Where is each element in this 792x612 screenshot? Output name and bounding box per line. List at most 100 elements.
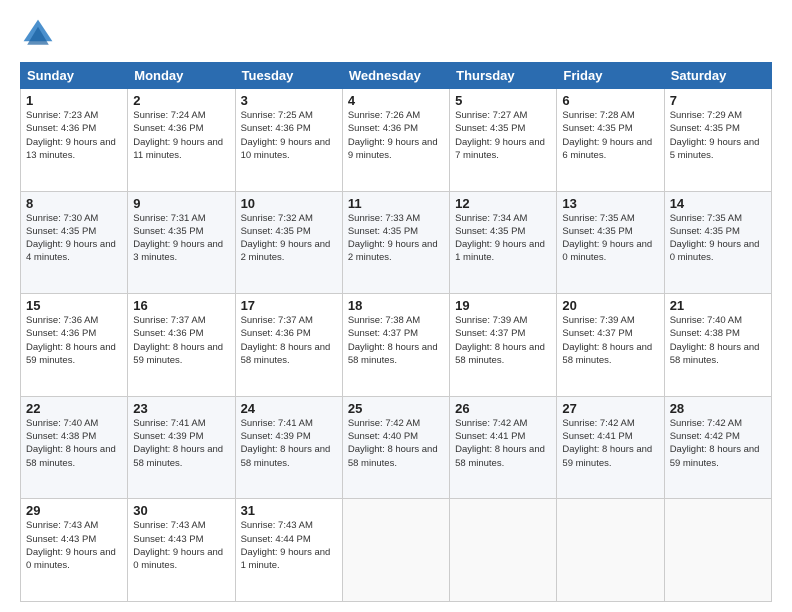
day-number: 1 xyxy=(26,93,122,108)
calendar-cell: 31 Sunrise: 7:43 AM Sunset: 4:44 PM Dayl… xyxy=(235,499,342,602)
day-info: Sunrise: 7:27 AM Sunset: 4:35 PM Dayligh… xyxy=(455,109,551,162)
calendar-cell: 30 Sunrise: 7:43 AM Sunset: 4:43 PM Dayl… xyxy=(128,499,235,602)
day-number: 17 xyxy=(241,298,337,313)
day-number: 16 xyxy=(133,298,229,313)
day-info: Sunrise: 7:28 AM Sunset: 4:35 PM Dayligh… xyxy=(562,109,658,162)
calendar-header-monday: Monday xyxy=(128,63,235,89)
day-number: 2 xyxy=(133,93,229,108)
day-number: 23 xyxy=(133,401,229,416)
header xyxy=(20,16,772,52)
day-info: Sunrise: 7:33 AM Sunset: 4:35 PM Dayligh… xyxy=(348,212,444,265)
calendar-header-thursday: Thursday xyxy=(450,63,557,89)
day-info: Sunrise: 7:30 AM Sunset: 4:35 PM Dayligh… xyxy=(26,212,122,265)
calendar-week-3: 15 Sunrise: 7:36 AM Sunset: 4:36 PM Dayl… xyxy=(21,294,772,397)
calendar-cell: 23 Sunrise: 7:41 AM Sunset: 4:39 PM Dayl… xyxy=(128,396,235,499)
day-info: Sunrise: 7:24 AM Sunset: 4:36 PM Dayligh… xyxy=(133,109,229,162)
day-info: Sunrise: 7:39 AM Sunset: 4:37 PM Dayligh… xyxy=(455,314,551,367)
day-info: Sunrise: 7:35 AM Sunset: 4:35 PM Dayligh… xyxy=(670,212,766,265)
day-number: 22 xyxy=(26,401,122,416)
day-number: 8 xyxy=(26,196,122,211)
day-number: 21 xyxy=(670,298,766,313)
calendar-cell: 11 Sunrise: 7:33 AM Sunset: 4:35 PM Dayl… xyxy=(342,191,449,294)
day-number: 6 xyxy=(562,93,658,108)
day-info: Sunrise: 7:25 AM Sunset: 4:36 PM Dayligh… xyxy=(241,109,337,162)
logo xyxy=(20,16,62,52)
day-info: Sunrise: 7:32 AM Sunset: 4:35 PM Dayligh… xyxy=(241,212,337,265)
calendar-cell: 15 Sunrise: 7:36 AM Sunset: 4:36 PM Dayl… xyxy=(21,294,128,397)
calendar-cell xyxy=(557,499,664,602)
day-number: 13 xyxy=(562,196,658,211)
calendar-table: SundayMondayTuesdayWednesdayThursdayFrid… xyxy=(20,62,772,602)
page: SundayMondayTuesdayWednesdayThursdayFrid… xyxy=(0,0,792,612)
day-info: Sunrise: 7:43 AM Sunset: 4:44 PM Dayligh… xyxy=(241,519,337,572)
day-info: Sunrise: 7:31 AM Sunset: 4:35 PM Dayligh… xyxy=(133,212,229,265)
calendar-cell: 10 Sunrise: 7:32 AM Sunset: 4:35 PM Dayl… xyxy=(235,191,342,294)
calendar-cell: 17 Sunrise: 7:37 AM Sunset: 4:36 PM Dayl… xyxy=(235,294,342,397)
calendar-week-4: 22 Sunrise: 7:40 AM Sunset: 4:38 PM Dayl… xyxy=(21,396,772,499)
calendar-cell: 5 Sunrise: 7:27 AM Sunset: 4:35 PM Dayli… xyxy=(450,89,557,192)
day-number: 15 xyxy=(26,298,122,313)
day-info: Sunrise: 7:37 AM Sunset: 4:36 PM Dayligh… xyxy=(241,314,337,367)
day-number: 24 xyxy=(241,401,337,416)
calendar-cell: 19 Sunrise: 7:39 AM Sunset: 4:37 PM Dayl… xyxy=(450,294,557,397)
day-info: Sunrise: 7:35 AM Sunset: 4:35 PM Dayligh… xyxy=(562,212,658,265)
calendar-week-5: 29 Sunrise: 7:43 AM Sunset: 4:43 PM Dayl… xyxy=(21,499,772,602)
calendar-cell: 16 Sunrise: 7:37 AM Sunset: 4:36 PM Dayl… xyxy=(128,294,235,397)
day-number: 30 xyxy=(133,503,229,518)
day-number: 26 xyxy=(455,401,551,416)
calendar-week-2: 8 Sunrise: 7:30 AM Sunset: 4:35 PM Dayli… xyxy=(21,191,772,294)
calendar-cell: 12 Sunrise: 7:34 AM Sunset: 4:35 PM Dayl… xyxy=(450,191,557,294)
calendar-cell: 22 Sunrise: 7:40 AM Sunset: 4:38 PM Dayl… xyxy=(21,396,128,499)
day-number: 25 xyxy=(348,401,444,416)
day-info: Sunrise: 7:39 AM Sunset: 4:37 PM Dayligh… xyxy=(562,314,658,367)
calendar-cell: 21 Sunrise: 7:40 AM Sunset: 4:38 PM Dayl… xyxy=(664,294,771,397)
day-number: 19 xyxy=(455,298,551,313)
day-number: 18 xyxy=(348,298,444,313)
day-number: 9 xyxy=(133,196,229,211)
calendar-cell xyxy=(450,499,557,602)
day-info: Sunrise: 7:40 AM Sunset: 4:38 PM Dayligh… xyxy=(670,314,766,367)
calendar-cell: 29 Sunrise: 7:43 AM Sunset: 4:43 PM Dayl… xyxy=(21,499,128,602)
day-info: Sunrise: 7:42 AM Sunset: 4:42 PM Dayligh… xyxy=(670,417,766,470)
day-info: Sunrise: 7:41 AM Sunset: 4:39 PM Dayligh… xyxy=(133,417,229,470)
calendar-cell: 7 Sunrise: 7:29 AM Sunset: 4:35 PM Dayli… xyxy=(664,89,771,192)
calendar-header-row: SundayMondayTuesdayWednesdayThursdayFrid… xyxy=(21,63,772,89)
day-info: Sunrise: 7:38 AM Sunset: 4:37 PM Dayligh… xyxy=(348,314,444,367)
calendar-header-friday: Friday xyxy=(557,63,664,89)
calendar-header-sunday: Sunday xyxy=(21,63,128,89)
day-number: 4 xyxy=(348,93,444,108)
calendar-week-1: 1 Sunrise: 7:23 AM Sunset: 4:36 PM Dayli… xyxy=(21,89,772,192)
calendar-cell: 6 Sunrise: 7:28 AM Sunset: 4:35 PM Dayli… xyxy=(557,89,664,192)
calendar-cell: 2 Sunrise: 7:24 AM Sunset: 4:36 PM Dayli… xyxy=(128,89,235,192)
day-number: 5 xyxy=(455,93,551,108)
calendar-cell: 1 Sunrise: 7:23 AM Sunset: 4:36 PM Dayli… xyxy=(21,89,128,192)
day-info: Sunrise: 7:42 AM Sunset: 4:41 PM Dayligh… xyxy=(455,417,551,470)
day-info: Sunrise: 7:40 AM Sunset: 4:38 PM Dayligh… xyxy=(26,417,122,470)
day-info: Sunrise: 7:34 AM Sunset: 4:35 PM Dayligh… xyxy=(455,212,551,265)
day-number: 12 xyxy=(455,196,551,211)
calendar-cell: 18 Sunrise: 7:38 AM Sunset: 4:37 PM Dayl… xyxy=(342,294,449,397)
day-info: Sunrise: 7:43 AM Sunset: 4:43 PM Dayligh… xyxy=(26,519,122,572)
calendar-cell: 28 Sunrise: 7:42 AM Sunset: 4:42 PM Dayl… xyxy=(664,396,771,499)
day-info: Sunrise: 7:42 AM Sunset: 4:40 PM Dayligh… xyxy=(348,417,444,470)
day-info: Sunrise: 7:29 AM Sunset: 4:35 PM Dayligh… xyxy=(670,109,766,162)
calendar-cell: 8 Sunrise: 7:30 AM Sunset: 4:35 PM Dayli… xyxy=(21,191,128,294)
day-info: Sunrise: 7:43 AM Sunset: 4:43 PM Dayligh… xyxy=(133,519,229,572)
day-number: 31 xyxy=(241,503,337,518)
day-info: Sunrise: 7:41 AM Sunset: 4:39 PM Dayligh… xyxy=(241,417,337,470)
calendar-cell: 25 Sunrise: 7:42 AM Sunset: 4:40 PM Dayl… xyxy=(342,396,449,499)
day-number: 29 xyxy=(26,503,122,518)
logo-icon xyxy=(20,16,56,52)
day-info: Sunrise: 7:26 AM Sunset: 4:36 PM Dayligh… xyxy=(348,109,444,162)
day-info: Sunrise: 7:37 AM Sunset: 4:36 PM Dayligh… xyxy=(133,314,229,367)
calendar-cell: 4 Sunrise: 7:26 AM Sunset: 4:36 PM Dayli… xyxy=(342,89,449,192)
calendar-cell: 14 Sunrise: 7:35 AM Sunset: 4:35 PM Dayl… xyxy=(664,191,771,294)
day-info: Sunrise: 7:23 AM Sunset: 4:36 PM Dayligh… xyxy=(26,109,122,162)
calendar-header-tuesday: Tuesday xyxy=(235,63,342,89)
day-number: 27 xyxy=(562,401,658,416)
calendar-cell: 13 Sunrise: 7:35 AM Sunset: 4:35 PM Dayl… xyxy=(557,191,664,294)
calendar-header-wednesday: Wednesday xyxy=(342,63,449,89)
calendar-cell: 27 Sunrise: 7:42 AM Sunset: 4:41 PM Dayl… xyxy=(557,396,664,499)
calendar-header-saturday: Saturday xyxy=(664,63,771,89)
day-number: 7 xyxy=(670,93,766,108)
